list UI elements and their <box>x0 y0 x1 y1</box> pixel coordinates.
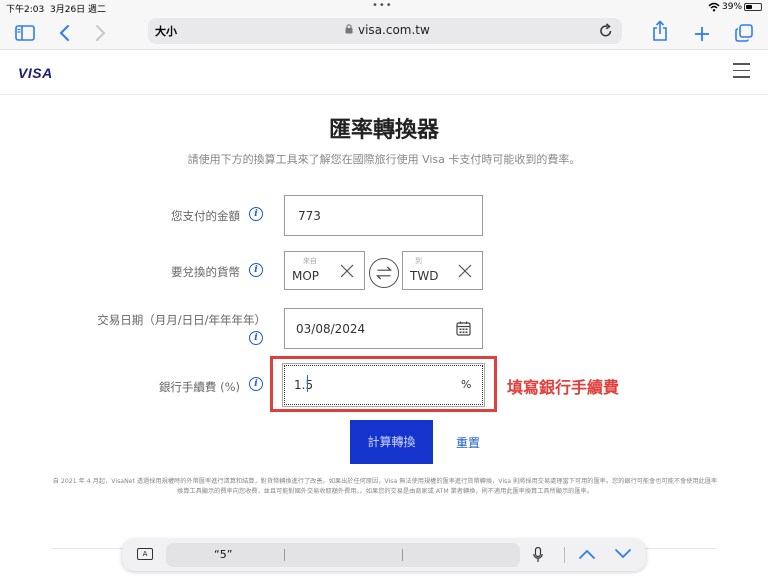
url-text: visa.com.tw <box>358 23 430 37</box>
to-caption: 到 <box>415 257 422 265</box>
browser-toolbar: 大小 visa.com.tw <box>0 14 768 50</box>
new-tab-icon[interactable] <box>694 23 710 45</box>
fee-annotation: 填寫銀行手續費 <box>507 378 620 397</box>
next-field-icon[interactable] <box>614 547 632 561</box>
amount-input[interactable]: 773 <box>284 195 483 236</box>
tabs-icon[interactable] <box>735 22 753 44</box>
menu-icon[interactable] <box>733 63 750 78</box>
amount-value: 773 <box>298 209 321 223</box>
battery-icon <box>744 3 762 11</box>
date-info-icon[interactable]: i <box>249 331 263 345</box>
fee-input[interactable]: 1.5 % <box>282 363 485 407</box>
clear-to-icon[interactable] <box>458 264 472 278</box>
date-value: 03/08/2024 <box>296 322 366 336</box>
sidebar-icon[interactable] <box>15 22 35 44</box>
text-cursor <box>307 375 308 392</box>
back-icon[interactable] <box>58 22 70 44</box>
predictive-text-bar: “5” <box>166 543 520 567</box>
fee-unit: % <box>461 378 472 391</box>
clear-from-icon[interactable] <box>340 264 354 278</box>
reload-icon[interactable] <box>599 23 613 39</box>
fee-info-icon[interactable]: i <box>249 377 263 391</box>
from-caption: 來自 <box>303 257 317 265</box>
address-bar[interactable]: 大小 visa.com.tw <box>148 18 622 44</box>
suggestion-item[interactable]: “5” <box>214 548 232 561</box>
site-header: VISA <box>0 51 768 95</box>
status-bar: 下午2:03 3月26日 週二 ••• 39% <box>0 0 768 15</box>
multitasking-dots-icon[interactable]: ••• <box>372 0 393 11</box>
microphone-icon[interactable] <box>533 547 543 563</box>
disclaimer-text: 自 2021 年 4 月起，VisaNet 透過採用規權時的外幣匯率進行清算和結… <box>52 478 718 495</box>
to-currency-value: TWD <box>410 269 439 283</box>
calculate-button[interactable]: 計算轉換 <box>350 420 433 464</box>
currency-info-icon[interactable]: i <box>249 263 263 277</box>
wifi-icon <box>708 2 720 12</box>
date-input[interactable]: 03/08/2024 <box>284 308 483 349</box>
share-icon[interactable] <box>652 20 668 42</box>
date-label: 交易日期（月月/日日/年年年年） <box>97 313 266 327</box>
amount-label: 您支付的金額 <box>171 209 240 223</box>
forward-icon[interactable] <box>95 22 107 44</box>
swap-currency-icon[interactable] <box>369 258 399 288</box>
toolbar-divider <box>564 547 565 563</box>
suggestion-divider <box>284 549 285 561</box>
page-title: 匯率轉換器 <box>328 118 439 143</box>
fee-value: 1.5 <box>294 378 314 392</box>
lock-icon <box>345 24 353 34</box>
keyboard-accessory-bar: A “5” <box>122 539 646 571</box>
visa-logo[interactable]: VISA <box>18 65 53 81</box>
from-currency-value: MOP <box>292 269 320 283</box>
amount-info-icon[interactable]: i <box>249 207 263 221</box>
fee-label: 銀行手續費 (%) <box>158 380 240 394</box>
keyboard-icon[interactable]: A <box>137 548 153 560</box>
page-subtitle: 請使用下方的換算工具來了解您在國際旅行使用 Visa 卡支付時可能收到的費率。 <box>187 153 581 166</box>
from-currency-select[interactable]: 來自 MOP <box>284 251 365 290</box>
currency-label: 要兌換的貨幣 <box>171 265 240 279</box>
reset-link[interactable]: 重置 <box>456 434 480 451</box>
to-currency-select[interactable]: 到 TWD <box>402 251 483 290</box>
calendar-icon[interactable] <box>456 321 471 336</box>
previous-field-icon[interactable] <box>578 547 596 561</box>
text-size-button[interactable]: 大小 <box>155 23 177 39</box>
suggestion-divider <box>402 549 403 561</box>
battery-percent: 39% <box>722 2 743 12</box>
